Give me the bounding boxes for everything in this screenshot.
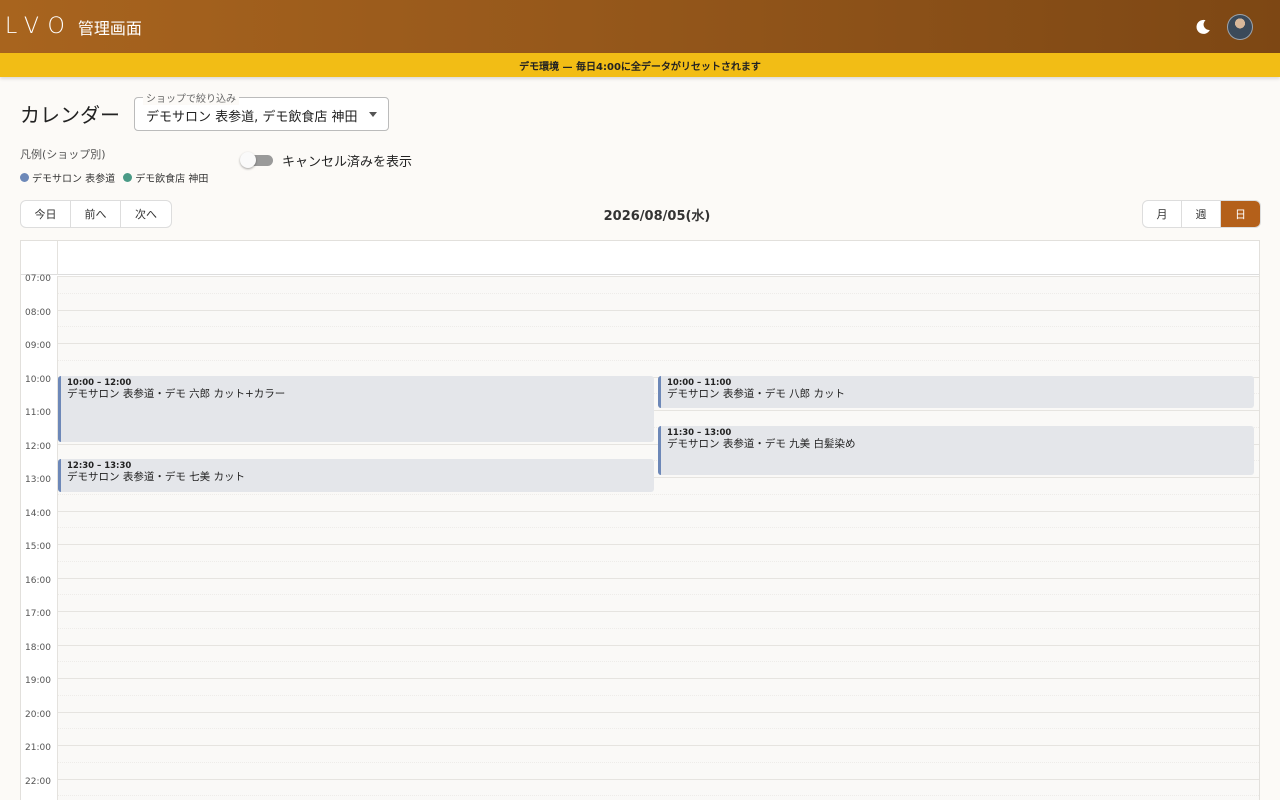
time-axis: 07:00 08:00 09:00 10:00 11:00 12:00 13:00 14:00… bbox=[21, 274, 58, 800]
legend-label: デモサロン 表参道 bbox=[32, 174, 116, 185]
calendar-grid: 07:00 08:00 09:00 10:00 11:00 12:00 13:00 14:00… bbox=[21, 274, 1259, 800]
time-label: 16:00 bbox=[25, 575, 51, 586]
legend-item-salon: デモサロン 表参道 bbox=[20, 170, 115, 185]
time-label: 08:00 bbox=[25, 307, 51, 318]
month-view-button[interactable]: 月 bbox=[1143, 201, 1182, 227]
calendar-event[interactable]: 10:00 – 11:00 デモサロン 表参道・デモ 八郎 カット bbox=[658, 375, 1254, 408]
shop-filter-value: デモサロン 表参道, デモ飲食店 神田 bbox=[146, 110, 358, 125]
day-view-button[interactable]: 日 bbox=[1221, 201, 1260, 227]
app-bar: LVO 管理画面 bbox=[0, 0, 1280, 53]
show-cancelled-label[interactable]: キャンセル済みを表示 bbox=[282, 151, 412, 170]
time-label: 07:00 bbox=[25, 274, 51, 284]
dark-mode-icon[interactable] bbox=[1195, 19, 1211, 35]
legend-title: 凡例(ショップ別) bbox=[20, 148, 106, 161]
hour-line bbox=[58, 309, 1259, 311]
event-title: デモサロン 表参道・デモ 七美 カット bbox=[67, 471, 246, 484]
shop-filter-label: ショップで絞り込み bbox=[143, 90, 239, 105]
half-hour-line bbox=[58, 627, 1259, 629]
legend-dot-icon bbox=[20, 173, 29, 182]
prev-button[interactable]: 前へ bbox=[71, 201, 121, 227]
time-label: 20:00 bbox=[25, 709, 51, 720]
date-nav: 今日 前へ 次へ bbox=[20, 200, 172, 228]
hour-line bbox=[58, 577, 1259, 579]
time-label: 15:00 bbox=[25, 542, 51, 552]
today-button[interactable]: 今日 bbox=[21, 201, 71, 227]
time-label: 10:00 bbox=[25, 374, 51, 385]
half-hour-line bbox=[58, 292, 1259, 294]
view-switcher: 月 週 日 bbox=[1142, 200, 1261, 228]
half-hour-line bbox=[58, 694, 1259, 696]
show-cancelled-toggle[interactable] bbox=[240, 152, 274, 168]
toggle-thumb bbox=[240, 152, 256, 168]
hour-line bbox=[58, 745, 1259, 746]
calendar-event[interactable]: 10:00 – 12:00 デモサロン 表参道・デモ 六郎 カット+カラー bbox=[58, 375, 654, 442]
event-time: 10:00 – 11:00 bbox=[667, 377, 732, 388]
half-hour-line bbox=[58, 661, 1259, 663]
half-hour-line bbox=[58, 594, 1259, 596]
demo-banner: デモ環境 — 毎日4:00に全データがリセットされます bbox=[0, 53, 1280, 77]
hour-line bbox=[58, 276, 1259, 277]
half-hour-line bbox=[58, 326, 1259, 328]
app-title: 管理画面 bbox=[77, 18, 142, 38]
calendar-event[interactable]: 12:30 – 13:30 デモサロン 表参道・デモ 七美 カット bbox=[58, 459, 654, 492]
calendar-event[interactable]: 11:30 – 13:00 デモサロン 表参道・デモ 九美 白髪染め bbox=[658, 425, 1254, 475]
legend-label: デモ飲食店 神田 bbox=[135, 174, 209, 185]
time-label: 17:00 bbox=[25, 609, 51, 619]
logo[interactable]: LVO bbox=[5, 14, 74, 39]
current-date-title: 2026/08/05(水) bbox=[603, 209, 711, 224]
half-hour-line bbox=[58, 761, 1259, 763]
half-hour-line bbox=[58, 527, 1259, 529]
event-title: デモサロン 表参道・デモ 八郎 カット bbox=[667, 387, 846, 400]
event-time: 12:30 – 13:30 bbox=[67, 461, 132, 472]
hour-line bbox=[58, 678, 1259, 679]
time-label: 09:00 bbox=[25, 341, 51, 351]
half-hour-line bbox=[58, 728, 1259, 730]
time-label: 22:00 bbox=[25, 776, 51, 787]
time-label: 19:00 bbox=[25, 676, 51, 686]
time-label: 12:00 bbox=[25, 441, 51, 452]
event-title: デモサロン 表参道・デモ 九美 白髪染め bbox=[667, 437, 856, 450]
hour-line bbox=[58, 343, 1259, 344]
next-button[interactable]: 次へ bbox=[121, 201, 171, 227]
time-label: 11:00 bbox=[25, 408, 51, 418]
avatar[interactable] bbox=[1227, 14, 1253, 40]
half-hour-line bbox=[58, 795, 1259, 797]
chevron-down-icon bbox=[369, 112, 377, 117]
half-hour-line bbox=[58, 493, 1259, 495]
time-label: 13:00 bbox=[25, 475, 51, 485]
time-label: 14:00 bbox=[25, 508, 51, 519]
hour-line bbox=[58, 611, 1259, 612]
hour-line bbox=[58, 510, 1259, 512]
hour-line bbox=[58, 644, 1259, 646]
legend-dot-icon bbox=[123, 173, 133, 182]
shop-filter-select[interactable]: ショップで絞り込み デモサロン 表参道, デモ飲食店 神田 bbox=[134, 90, 389, 131]
legend-item-restaurant: デモ飲食店 神田 bbox=[123, 170, 208, 185]
time-label: 21:00 bbox=[25, 743, 51, 753]
time-axis-header bbox=[21, 241, 58, 275]
half-hour-line bbox=[58, 359, 1259, 361]
calendar-header bbox=[21, 241, 1259, 275]
event-time: 10:00 – 12:00 bbox=[67, 377, 132, 388]
calendar-body[interactable]: 10:00 – 12:00 デモサロン 表参道・デモ 六郎 カット+カラー 12:3… bbox=[58, 276, 1259, 800]
half-hour-line bbox=[58, 560, 1259, 562]
time-label: 18:00 bbox=[25, 642, 51, 653]
legend: デモサロン 表参道 デモ飲食店 神田 bbox=[20, 170, 208, 185]
week-view-button[interactable]: 週 bbox=[1182, 201, 1221, 227]
hour-line bbox=[58, 544, 1259, 545]
day-calendar: 07:00 08:00 09:00 10:00 11:00 12:00 13:00 14:00… bbox=[20, 240, 1260, 800]
event-title: デモサロン 表参道・デモ 六郎 カット+カラー bbox=[67, 387, 286, 400]
event-time: 11:30 – 13:00 bbox=[667, 427, 732, 438]
page-title: カレンダー bbox=[20, 103, 120, 127]
hour-line bbox=[58, 711, 1259, 713]
hour-line bbox=[58, 778, 1259, 780]
